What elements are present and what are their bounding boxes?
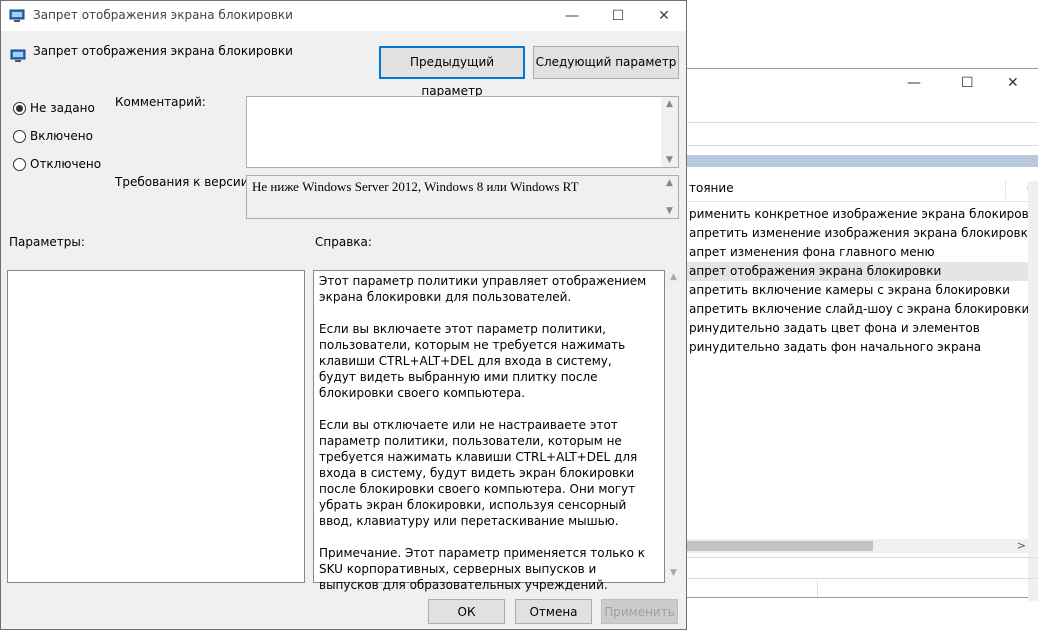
status-line-bottom (687, 578, 1038, 579)
background-window: — ☐ ✕ тояние С рименить конкретное изобр… (686, 68, 1038, 601)
policy-row-name: ринудительно задать цвет фона и элементо… (689, 321, 980, 335)
radio-button[interactable] (13, 102, 26, 115)
version-scroll-down-icon[interactable]: ▼ (661, 206, 678, 216)
apply-button[interactable]: Применить (601, 599, 678, 624)
status-line-top (687, 557, 1038, 558)
policy-row-name: апретить изменение изображения экрана бл… (689, 226, 1028, 240)
help-label: Справка: (315, 235, 372, 249)
dialog-title: Запрет отображения экрана блокировки (33, 8, 293, 22)
help-text: Этот параметр политики управляет отображ… (319, 274, 647, 592)
help-scrollbar[interactable]: ▲ ▼ (666, 270, 683, 583)
version-value: Не ниже Windows Server 2012, Windows 8 и… (252, 179, 579, 194)
policy-list-row[interactable]: апретить включение камеры с экрана блоки… (687, 281, 1028, 300)
policy-dialog: Запрет отображения экрана блокировки — ☐… (0, 0, 687, 630)
params-panel (7, 270, 305, 583)
comment-label: Комментарий: (115, 95, 206, 109)
params-label: Параметры: (9, 235, 85, 249)
policy-list-row[interactable]: апрет изменения фона главного менюН (687, 243, 1028, 262)
menu-separator (687, 122, 1038, 123)
ok-button[interactable]: ОК (428, 599, 505, 624)
comment-scroll-up-icon[interactable]: ▲ (661, 99, 678, 109)
policy-list-row[interactable]: ринудительно задать цвет фона и элементо… (687, 319, 1028, 338)
version-field: Не ниже Windows Server 2012, Windows 8 и… (246, 175, 679, 219)
policy-list-row[interactable]: ринудительно задать фон начального экран… (687, 338, 1028, 357)
close-button[interactable]: ✕ (641, 5, 687, 27)
column-header-state[interactable]: тояние (689, 181, 734, 195)
policy-list-row[interactable]: апретить включение слайд-шоу с экрана бл… (687, 300, 1028, 319)
version-label: Требования к версии: (115, 175, 253, 189)
policy-icon (9, 9, 25, 22)
next-setting-button[interactable]: Следующий параметр (533, 46, 679, 79)
help-scroll-down-icon[interactable]: ▼ (670, 568, 677, 578)
policy-row-name: апрет отображения экрана блокировки (689, 264, 942, 278)
radio-label: Отключено (30, 157, 102, 171)
background-maximize-button[interactable]: ☐ (961, 75, 974, 91)
radio-label: Не задано (30, 101, 95, 115)
help-panel: Этот параметр политики управляет отображ… (313, 270, 665, 592)
radio-button[interactable] (13, 158, 26, 171)
policy-list-row[interactable]: апретить изменение изображения экрана бл… (687, 224, 1028, 243)
comment-textarea[interactable]: ▲ ▼ (246, 96, 679, 168)
cancel-button[interactable]: Отмена (515, 599, 592, 624)
maximize-button[interactable]: ☐ (595, 5, 641, 27)
column-divider (1005, 181, 1006, 199)
minimize-button[interactable]: — (549, 5, 595, 27)
background-minimize-button[interactable]: — (907, 75, 921, 91)
setting-icon (10, 49, 26, 62)
background-close-button[interactable]: ✕ (1007, 75, 1019, 91)
background-titlebar: — ☐ ✕ (687, 69, 1038, 101)
dialog-titlebar: Запрет отображения экрана блокировки — ☐… (1, 1, 686, 31)
policy-row-name: ринудительно задать фон начального экран… (689, 340, 982, 354)
toolbar-separator (687, 145, 1038, 146)
radio-label: Включено (30, 129, 93, 143)
policy-list-row[interactable]: апрет отображения экрана блокировкиН (687, 262, 1028, 281)
header-line (687, 201, 1028, 202)
policy-row-name: апрет изменения фона главного меню (689, 245, 935, 259)
radio-dot (16, 105, 23, 112)
header-band (687, 155, 1038, 167)
vertical-scrollbar[interactable] (1028, 181, 1038, 601)
radio-button[interactable] (13, 130, 26, 143)
scroll-right-arrow[interactable]: > (1017, 539, 1026, 552)
policy-row-name: апретить включение камеры с экрана блоки… (689, 283, 1010, 297)
status-divider (817, 581, 818, 597)
policy-list-row[interactable]: рименить конкретное изображение экрана б… (687, 205, 1028, 224)
version-scrollbar[interactable]: ▲ ▼ (661, 176, 678, 218)
help-scroll-up-icon[interactable]: ▲ (670, 272, 677, 282)
comment-scroll-down-icon[interactable]: ▼ (661, 155, 678, 165)
version-scroll-up-icon[interactable]: ▲ (661, 178, 678, 188)
previous-setting-button[interactable]: Предыдущий параметр (379, 46, 525, 98)
policy-row-name: апретить включение слайд-шоу с экрана бл… (689, 302, 1028, 316)
policy-row-name: рименить конкретное изображение экрана б… (689, 207, 1028, 221)
horizontal-scroll-thumb[interactable] (687, 541, 873, 551)
comment-scrollbar[interactable]: ▲ ▼ (661, 97, 678, 167)
policy-name: Запрет отображения экрана блокировки (33, 44, 293, 58)
